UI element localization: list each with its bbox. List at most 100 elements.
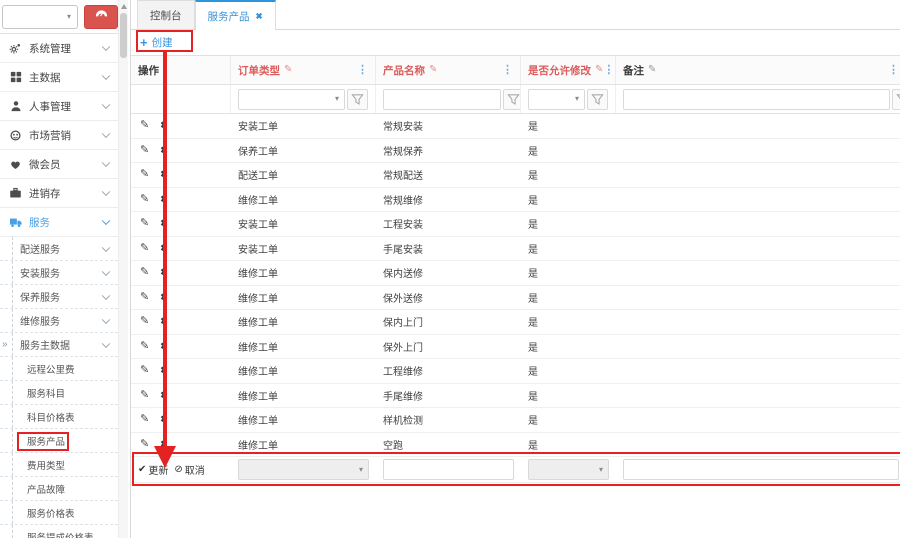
sidebar-item-subject-price-list[interactable]: 科目价格表: [0, 405, 118, 429]
sidebar-item-service-commission-price-list[interactable]: 服务提成价格表: [0, 525, 118, 538]
cancel-button[interactable]: ⊘ 取消: [174, 462, 204, 477]
edit-row-icon[interactable]: ✎: [140, 439, 149, 450]
chevron-down-icon: [102, 267, 110, 275]
row-actions: ✎ ✖: [131, 359, 231, 383]
column-menu-icon[interactable]: ⋮: [357, 65, 368, 76]
sidebar-item-service-master-data[interactable]: » 服务主数据: [0, 333, 118, 357]
sidebar-item-hr-mgmt[interactable]: 人事管理: [0, 92, 118, 121]
delete-row-icon[interactable]: ✖: [160, 121, 168, 130]
filter-funnel-button[interactable]: [892, 89, 900, 110]
delete-row-icon[interactable]: ✖: [160, 415, 168, 424]
column-title: 是否允许修改: [528, 63, 591, 78]
edit-order-type-select[interactable]: ▾: [238, 459, 369, 480]
delete-row-icon[interactable]: ✖: [160, 440, 168, 449]
update-button[interactable]: ✔ 更新: [138, 462, 168, 477]
edit-row-icon[interactable]: ✎: [140, 194, 149, 205]
edit-remark-input[interactable]: [623, 459, 899, 480]
sidebar-item-service-price-list[interactable]: 服务价格表: [0, 501, 118, 525]
edit-row-icon[interactable]: ✎: [140, 341, 149, 352]
edit-row-icon[interactable]: ✎: [140, 390, 149, 401]
sidebar-item-system-mgmt[interactable]: 系统管理: [0, 34, 118, 63]
sidebar-item-micro-member[interactable]: 微会员: [0, 150, 118, 179]
delete-row-icon[interactable]: ✖: [160, 268, 168, 277]
filter-allow-modify-select[interactable]: ▾: [528, 89, 585, 110]
cell-product-name: 常规安装: [376, 114, 521, 138]
grid-filter-row: ▾ ▾: [131, 85, 900, 114]
sidebar-scrollbar[interactable]: [118, 0, 128, 538]
sidebar-item-service-subject[interactable]: 服务科目: [0, 381, 118, 405]
edit-row-icon[interactable]: ✎: [140, 243, 149, 254]
filter-funnel-button[interactable]: [503, 89, 521, 110]
edit-row-icon[interactable]: ✎: [140, 169, 149, 180]
delete-row-icon[interactable]: ✖: [160, 146, 168, 155]
edit-column-icon[interactable]: ✎: [595, 65, 603, 75]
edit-column-icon[interactable]: ✎: [429, 65, 437, 75]
edit-column-icon[interactable]: ✎: [648, 65, 656, 75]
delete-row-icon[interactable]: ✖: [160, 219, 168, 228]
delete-row-icon[interactable]: ✖: [160, 195, 168, 204]
edit-allow-modify-select[interactable]: ▾: [528, 459, 609, 480]
row-actions: ✎ ✖: [131, 163, 231, 187]
chevron-down-icon: [102, 188, 110, 196]
current-marker-icon: »: [2, 339, 8, 350]
delete-row-icon[interactable]: ✖: [160, 391, 168, 400]
sidebar-search-select[interactable]: ▾: [2, 5, 78, 29]
sidebar-item-master-data[interactable]: 主数据: [0, 63, 118, 92]
sidebar-item-fee-type[interactable]: 费用类型: [0, 453, 118, 477]
delete-row-icon[interactable]: ✖: [160, 342, 168, 351]
sidebar-item-maintenance-service[interactable]: 保养服务: [0, 285, 118, 309]
edit-row-icon[interactable]: ✎: [140, 292, 149, 303]
sidebar-item-marketing[interactable]: 市场营销: [0, 121, 118, 150]
edit-row-icon[interactable]: ✎: [140, 267, 149, 278]
sidebar-item-install-service[interactable]: 安装服务: [0, 261, 118, 285]
column-header-allow-modify[interactable]: 是否允许修改 ✎ ⋮: [521, 56, 616, 84]
sidebar-item-service-product[interactable]: 服务产品: [0, 429, 118, 453]
tab-service-product[interactable]: 服务产品 ✖: [195, 0, 276, 30]
delete-row-icon[interactable]: ✖: [160, 366, 168, 375]
sidebar-item-inventory[interactable]: 进销存: [0, 179, 118, 208]
edit-row-icon[interactable]: ✎: [140, 145, 149, 156]
edit-row-icon[interactable]: ✎: [140, 365, 149, 376]
column-header-product-name[interactable]: 产品名称 ✎ ⋮: [376, 56, 521, 84]
edit-cell-allow-modify: ▾: [521, 457, 616, 482]
cell-order-type: 安装工单: [231, 114, 376, 138]
filter-remark-input[interactable]: [623, 89, 890, 110]
edit-row-icon[interactable]: ✎: [140, 120, 149, 131]
sidebar-item-remote-km-fee[interactable]: 远程公里费: [0, 357, 118, 381]
sidebar-item-delivery-service[interactable]: 配送服务: [0, 237, 118, 261]
tab-console[interactable]: 控制台: [137, 0, 195, 29]
scrollbar-thumb[interactable]: [120, 13, 127, 58]
filter-funnel-button[interactable]: [347, 89, 368, 110]
tab-label: 控制台: [150, 8, 182, 23]
column-header-order-type[interactable]: 订单类型 ✎ ⋮: [231, 56, 376, 84]
column-menu-icon[interactable]: ⋮: [502, 65, 513, 76]
edit-row-icon[interactable]: ✎: [140, 414, 149, 425]
cell-allow-modify: 是: [521, 335, 616, 359]
edit-row-icon[interactable]: ✎: [140, 218, 149, 229]
column-menu-icon[interactable]: ⋮: [603, 65, 614, 76]
create-button[interactable]: + 创建: [140, 35, 173, 50]
delete-row-icon[interactable]: ✖: [160, 293, 168, 302]
filter-product-name-input[interactable]: [383, 89, 501, 110]
sidebar-item-repair-service[interactable]: 维修服务: [0, 309, 118, 333]
column-menu-icon[interactable]: ⋮: [888, 65, 899, 76]
filter-order-type-select[interactable]: ▾: [238, 89, 345, 110]
delete-row-icon[interactable]: ✖: [160, 244, 168, 253]
table-row: ✎ ✖ 配送工单 常规配送 是: [131, 163, 900, 188]
edit-column-icon[interactable]: ✎: [284, 65, 292, 75]
cell-remark: [616, 310, 900, 334]
sidebar-item-product-fault[interactable]: 产品故障: [0, 477, 118, 501]
delete-row-icon[interactable]: ✖: [160, 317, 168, 326]
grid-toolbar: + 创建: [131, 30, 900, 55]
cell-order-type: 维修工单: [231, 188, 376, 212]
dashboard-button[interactable]: [84, 5, 118, 29]
scroll-up-icon[interactable]: [121, 4, 127, 9]
close-tab-icon[interactable]: ✖: [256, 11, 263, 22]
edit-row-icon[interactable]: ✎: [140, 316, 149, 327]
delete-row-icon[interactable]: ✖: [160, 170, 168, 179]
column-header-remark[interactable]: 备注 ✎ ⋮: [616, 56, 900, 84]
filter-funnel-button[interactable]: [587, 89, 608, 110]
sidebar-item-service[interactable]: 服务: [0, 208, 118, 237]
edit-product-name-input[interactable]: [383, 459, 514, 480]
chevron-down-icon: [102, 159, 110, 167]
